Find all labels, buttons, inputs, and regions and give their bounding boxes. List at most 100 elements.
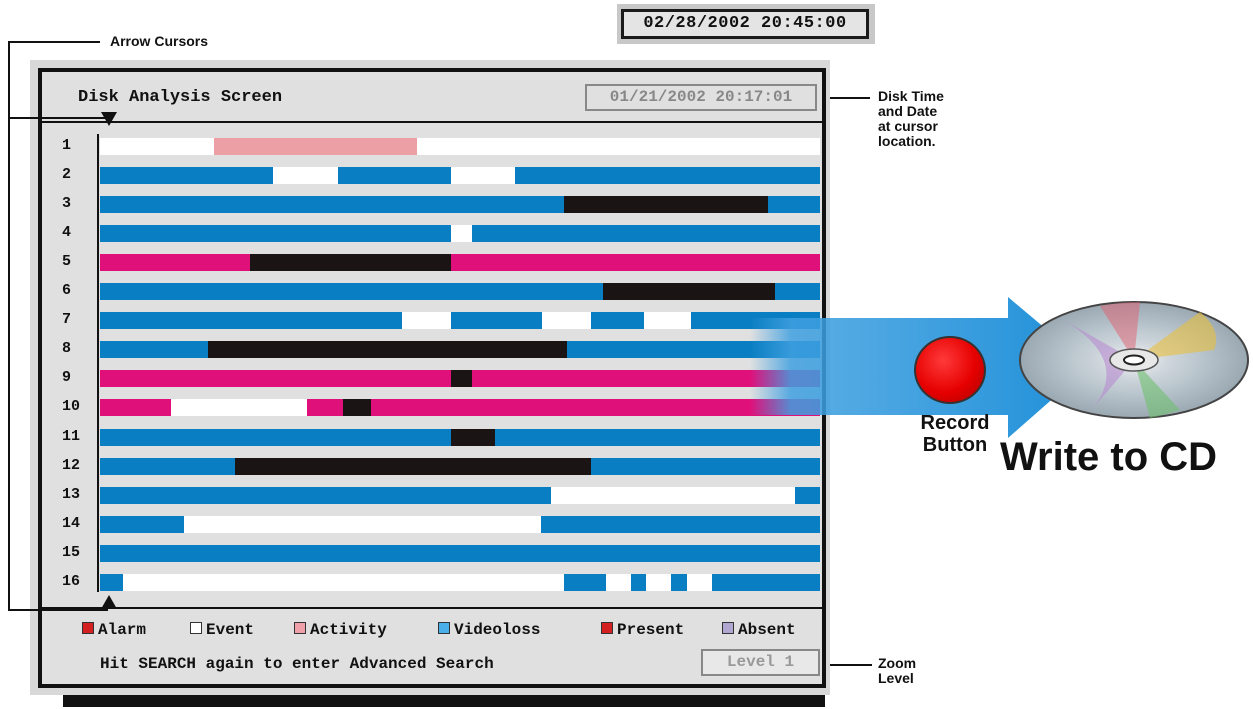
write-to-cd-label: Write to CD: [1000, 435, 1218, 479]
channel-segment-white: [416, 138, 820, 155]
disk-time-annotation-line: at cursor: [878, 118, 938, 134]
channel-label: 12: [62, 456, 81, 474]
disk-time-readout: 01/21/2002 20:17:01: [585, 84, 817, 111]
legend-swatch: [190, 622, 202, 634]
channel-label: 14: [62, 514, 81, 532]
channel-segment-magenta: [471, 370, 820, 388]
cd-rainbow: [1134, 312, 1217, 360]
channel-segment-blue: [515, 167, 820, 185]
arrow-cursors-top-tick: [8, 117, 108, 119]
channel-segment-black: [342, 399, 372, 417]
channel-segment-magenta: [371, 399, 820, 417]
top-arrow-cursor[interactable]: [101, 112, 117, 126]
channel-segment-blue: [450, 312, 543, 330]
channel-segment-magenta: [306, 399, 343, 417]
zoom-annotation-line: Zoom: [878, 655, 917, 671]
channel-segment-black: [450, 370, 472, 388]
channel-segment-white: [100, 138, 214, 155]
legend-label: Activity: [310, 621, 387, 639]
legend-item: Absent: [722, 621, 796, 639]
channel-segment-blue: [564, 573, 607, 591]
zoom-annotation-line: Level: [878, 670, 914, 686]
disk-time-leader: [830, 97, 870, 99]
channel-segment-white: [542, 312, 592, 330]
search-hint: Hit SEARCH again to enter Advanced Searc…: [100, 655, 494, 673]
cd-rainbow: [1134, 360, 1180, 418]
channel-label: 10: [62, 398, 81, 416]
channel-segment-blue: [471, 225, 820, 243]
channel-segment-white: [606, 573, 631, 591]
channel-segment-black: [450, 428, 496, 446]
zoom-leader: [830, 664, 872, 666]
disk-time-annotation: Disk Time and Date at cursor location.: [878, 89, 944, 149]
channel-segment-blue: [794, 486, 820, 504]
channel-segment-magenta: [100, 254, 250, 272]
channel-label: 11: [62, 427, 81, 445]
channel-segment-blue: [100, 283, 603, 301]
channel-label: 5: [62, 253, 72, 271]
channel-segment-white: [171, 399, 307, 417]
channel-segment-blue: [670, 573, 687, 591]
channel-segment-white: [551, 486, 795, 504]
channel-segment-magenta: [100, 399, 172, 417]
cd-hub: [1109, 348, 1159, 372]
channel-segment-blue: [100, 428, 451, 446]
legend-item: Activity: [294, 621, 387, 639]
channel-segment-blue: [100, 341, 208, 359]
zoom-annotation: Zoom Level: [878, 656, 916, 686]
cd-rainbow: [1100, 302, 1140, 360]
channel-segment-blue: [591, 457, 820, 475]
channel-label: 15: [62, 543, 81, 561]
channel-segment-blue: [100, 515, 185, 533]
timeline-top-border: [40, 121, 824, 123]
cd-hole: [1123, 354, 1145, 366]
legend-swatch: [438, 622, 450, 634]
channel-segment-white: [450, 167, 516, 185]
channel-segment-white: [686, 573, 712, 591]
timeline-bottom-border: [40, 607, 824, 609]
legend-item: Alarm: [82, 621, 146, 639]
record-button[interactable]: [914, 336, 986, 404]
cd-rainbow: [1060, 318, 1134, 412]
channel-segment-white: [272, 167, 338, 185]
channel-segment-blue: [100, 312, 403, 330]
channel-segment-white: [450, 225, 472, 243]
legend-item: Videoloss: [438, 621, 540, 639]
channel-segment-blue: [100, 196, 565, 214]
channel-segment-white: [646, 573, 671, 591]
channel-segment-blue: [540, 515, 820, 533]
arrow-cursors-label: Arrow Cursors: [110, 33, 209, 49]
legend-item: Present: [601, 621, 684, 639]
channel-segment-white: [643, 312, 692, 330]
channel-label: 8: [62, 340, 72, 358]
channel-label: 16: [62, 572, 81, 590]
legend-label: Event: [206, 621, 255, 639]
channel-segment-white: [123, 573, 565, 591]
channel-segment-black: [234, 457, 592, 475]
channel-segment-magenta: [100, 370, 451, 388]
bottom-arrow-cursor[interactable]: [101, 595, 117, 609]
channel-segment-blue: [566, 341, 820, 359]
record-button-annotation: Record Button: [905, 412, 1005, 456]
arrow-cursors-bracket: [8, 41, 10, 611]
channel-segment-black: [208, 341, 567, 359]
channel-segment-pink: [213, 138, 417, 155]
channel-segment-blue: [691, 312, 820, 330]
channel-segment-blue: [768, 196, 820, 214]
record-button-annotation-line: Button: [922, 434, 988, 456]
system-clock: 02/28/2002 20:45:00: [617, 4, 875, 44]
channel-segment-blue: [775, 283, 820, 301]
legend-swatch: [601, 622, 613, 634]
legend-swatch: [722, 622, 734, 634]
disk-time-annotation-line: and Date: [878, 103, 938, 119]
channel-label: 4: [62, 224, 72, 242]
zoom-level-indicator[interactable]: Level 1: [701, 649, 820, 676]
channel-segment-blue: [100, 457, 235, 475]
legend-swatch: [294, 622, 306, 634]
channel-segment-blue: [337, 167, 451, 185]
channel-segment-blue: [100, 573, 124, 591]
channel-label: 6: [62, 282, 72, 300]
channel-segment-blue: [100, 167, 273, 185]
channel-segment-blue: [100, 544, 820, 562]
channel-segment-blue: [630, 573, 647, 591]
